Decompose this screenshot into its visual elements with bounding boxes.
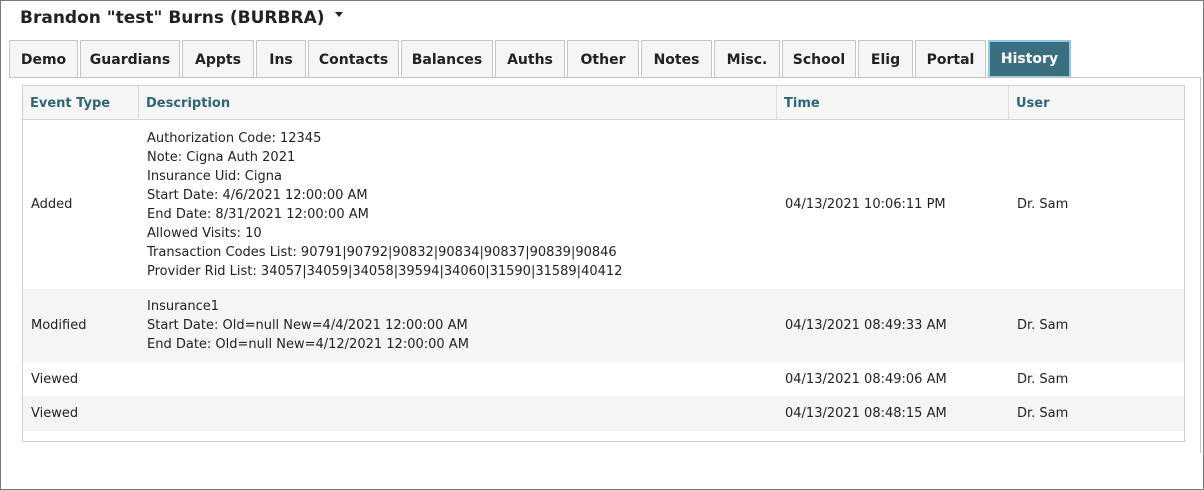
description-line: Transaction Codes List: 90791|90792|9083…: [147, 244, 617, 260]
user-cell: Dr. Sam: [1017, 371, 1069, 387]
description-line: Note: Cigna Auth 2021: [147, 149, 296, 165]
event-type-cell: Modified: [31, 318, 87, 333]
table-row[interactable]: Viewed 04/13/2021 08:48:15 AM Dr. Sam: [23, 396, 1184, 431]
time-cell: 04/13/2021 08:49:06 AM: [785, 371, 947, 387]
tab-misc[interactable]: Misc.: [714, 40, 780, 78]
patient-selector[interactable]: Brandon "test" Burns (BURBRA): [20, 7, 343, 29]
description-line: Insurance1: [147, 299, 220, 314]
description-line: Authorization Code: 12345: [147, 130, 322, 146]
tab-notes[interactable]: Notes: [641, 40, 712, 78]
tab-appts[interactable]: Appts: [182, 40, 254, 78]
time-cell: 04/13/2021 10:06:11 PM: [785, 197, 946, 212]
time-cell: 04/13/2021 08:49:33 AM: [785, 318, 947, 333]
event-type-cell: Viewed: [31, 371, 79, 387]
tab-portal[interactable]: Portal: [915, 40, 986, 78]
description-line: Insurance Uid: Cigna: [147, 168, 282, 184]
table-row[interactable]: Added Authorization Code: 12345 Note: Ci…: [23, 120, 1184, 289]
tab-contacts[interactable]: Contacts: [308, 40, 399, 78]
description-cell: [139, 362, 777, 396]
chevron-down-icon[interactable]: [334, 11, 343, 17]
description-cell: Insurance1 Start Date: Old=null New=4/4/…: [139, 289, 777, 362]
history-table: Event Type Description Time User Added A…: [22, 85, 1185, 442]
tab-ins[interactable]: Ins: [256, 40, 306, 78]
user-cell: Dr. Sam: [1017, 197, 1069, 212]
description-line: Start Date: 4/6/2021 12:00:00 AM: [147, 187, 368, 203]
description-cell: [139, 396, 777, 431]
description-line: Provider Rid List: 34057|34059|34058|395…: [147, 263, 623, 279]
user-cell: Dr. Sam: [1017, 406, 1069, 421]
column-header-time[interactable]: Time: [777, 86, 1009, 120]
tab-history[interactable]: History: [988, 40, 1071, 78]
tab-school[interactable]: School: [782, 40, 856, 78]
tab-elig[interactable]: Elig: [858, 40, 913, 78]
tab-auths[interactable]: Auths: [495, 40, 565, 78]
event-type-cell: Viewed: [31, 406, 79, 421]
description-line: End Date: Old=null New=4/12/2021 12:00:0…: [147, 337, 469, 352]
description-cell: Authorization Code: 12345 Note: Cigna Au…: [139, 120, 777, 289]
column-header-event-type[interactable]: Event Type: [23, 86, 139, 120]
user-cell: Dr. Sam: [1017, 318, 1069, 333]
description-line: Start Date: Old=null New=4/4/2021 12:00:…: [147, 318, 468, 333]
tab-guardians[interactable]: Guardians: [80, 40, 180, 78]
table-row[interactable]: Modified Insurance1 Start Date: Old=null…: [23, 289, 1184, 362]
description-line: Allowed Visits: 10: [147, 225, 262, 241]
column-header-user[interactable]: User: [1009, 86, 1184, 120]
tab-other[interactable]: Other: [567, 40, 639, 78]
time-cell: 04/13/2021 08:48:15 AM: [785, 406, 947, 421]
event-type-cell: Added: [31, 197, 73, 212]
tab-bar: Demo Guardians Appts Ins Contacts Balanc…: [9, 40, 1073, 78]
patient-name: Brandon "test" Burns (BURBRA): [20, 8, 325, 28]
tab-demo[interactable]: Demo: [9, 40, 78, 78]
table-header: Event Type Description Time User: [23, 86, 1184, 120]
tab-balances[interactable]: Balances: [401, 40, 493, 78]
description-line: End Date: 8/31/2021 12:00:00 AM: [147, 206, 369, 222]
table-row[interactable]: Viewed 04/13/2021 08:49:06 AM Dr. Sam: [23, 362, 1184, 396]
column-header-description[interactable]: Description: [139, 86, 777, 120]
